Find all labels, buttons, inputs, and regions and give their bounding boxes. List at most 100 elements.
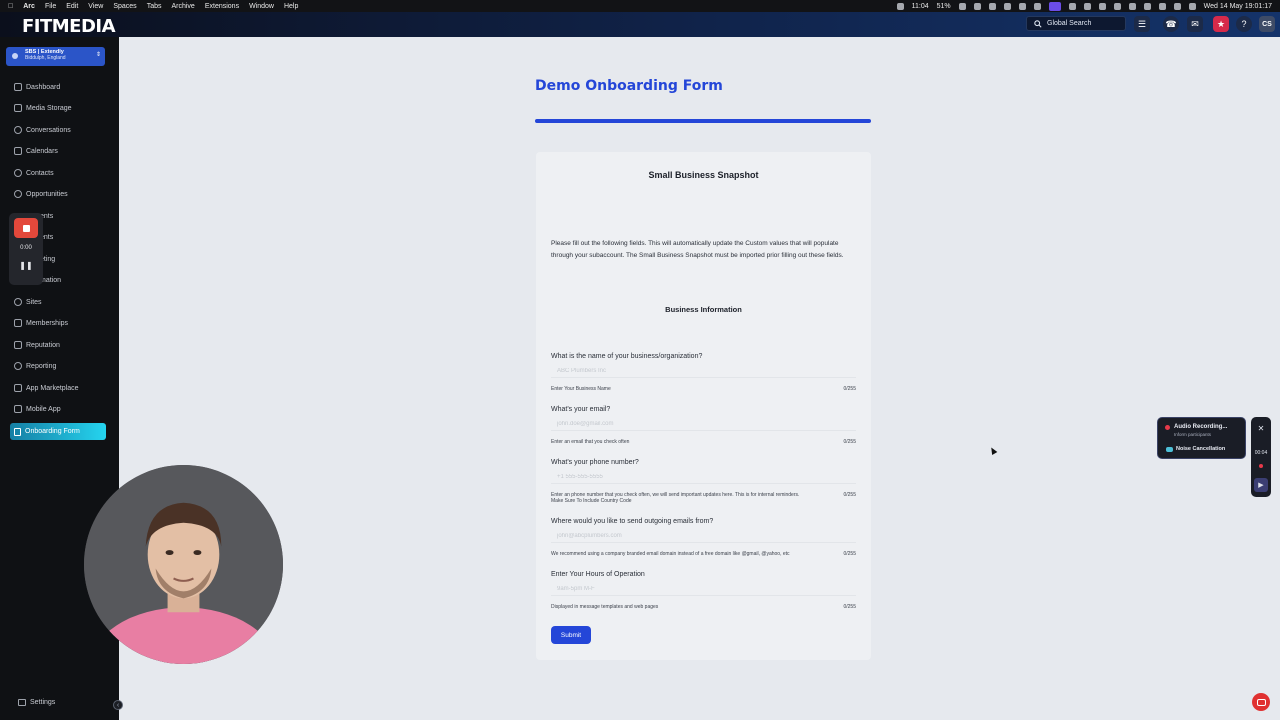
recording-dot-icon xyxy=(1165,425,1170,430)
close-icon[interactable]: ✕ xyxy=(1251,424,1271,433)
sidebar-item-automation[interactable]: mation xyxy=(40,273,61,287)
audio-recording-title: Audio Recording... xyxy=(1174,424,1228,430)
menu-extensions[interactable]: Extensions xyxy=(205,3,239,10)
control-center-icon[interactable] xyxy=(1173,2,1181,10)
chevron-left-icon: ‹ xyxy=(116,701,120,709)
global-search-button[interactable]: Global Search xyxy=(1026,16,1126,31)
menu-tabs[interactable]: Tabs xyxy=(147,3,162,10)
noise-cancellation-toggle[interactable]: Noise Cancellation xyxy=(1176,446,1225,452)
collapse-sidebar-button[interactable]: ‹ xyxy=(113,700,123,710)
field-label: What is the name of your business/organi… xyxy=(551,353,703,360)
sidebar-item-opportunities[interactable]: Opportunities xyxy=(14,187,68,201)
sidebar-item-app-marketplace[interactable]: App Marketplace xyxy=(14,381,79,395)
audio-recording-panel: Audio Recording... Inform participants N… xyxy=(1157,417,1246,459)
sidebar-item-contacts[interactable]: Contacts xyxy=(14,166,54,180)
play-icon[interactable] xyxy=(1018,2,1026,10)
tray-icon[interactable] xyxy=(896,2,904,10)
sidebar-item-mobile-app[interactable]: Mobile App xyxy=(14,402,61,416)
menu-window[interactable]: Window xyxy=(249,3,274,10)
menu-app-name[interactable]: Arc xyxy=(23,3,35,10)
hours-input[interactable] xyxy=(551,582,856,596)
char-counter: 0/255 xyxy=(843,386,856,392)
tray-icon[interactable] xyxy=(1083,2,1091,10)
notifications-icon[interactable]: ✉ xyxy=(1187,16,1203,32)
field-hours: Enter Your Hours of Operation Displayed … xyxy=(551,571,856,615)
audio-recording-subtitle[interactable]: Inform participants xyxy=(1174,432,1211,437)
brand-logo[interactable]: FITMEDIA xyxy=(22,16,116,37)
apple-icon[interactable]:  xyxy=(8,3,13,10)
opportunities-icon xyxy=(14,190,22,198)
section-heading: Business Information xyxy=(665,305,742,314)
menu-file[interactable]: File xyxy=(45,3,56,10)
dashboard-icon xyxy=(14,83,22,91)
layers-icon[interactable]: ☰ xyxy=(1134,16,1150,32)
tray-icon[interactable] xyxy=(988,2,996,10)
reputation-icon xyxy=(14,341,22,349)
globe-icon xyxy=(14,298,22,306)
account-switcher[interactable]: SBS | Extendly Biddulph, England ⇕ xyxy=(6,47,105,66)
title-divider xyxy=(535,119,871,123)
menu-archive[interactable]: Archive xyxy=(171,3,194,10)
noise-cancellation-icon xyxy=(1166,447,1173,452)
field-help-text: Enter an email that you check often xyxy=(551,439,630,445)
stop-recording-button[interactable] xyxy=(14,218,38,238)
outgoing-email-input[interactable] xyxy=(551,529,856,543)
menu-edit[interactable]: Edit xyxy=(66,3,78,10)
recording-timer: 0:00 xyxy=(20,245,32,251)
chat-widget-button[interactable] xyxy=(1252,693,1270,711)
calendar-icon xyxy=(14,147,22,155)
sidebar-item-dashboard[interactable]: Dashboard xyxy=(14,80,60,94)
tray-icon[interactable] xyxy=(1113,2,1121,10)
phone-icon[interactable]: ☎ xyxy=(1163,16,1179,32)
field-label: Where would you like to send outgoing em… xyxy=(551,518,714,525)
search-icon[interactable] xyxy=(1188,2,1196,10)
moon-icon[interactable] xyxy=(1128,2,1136,10)
field-help-text: We recommend using a company branded ema… xyxy=(551,551,790,557)
email-input[interactable] xyxy=(551,417,856,431)
sidebar-item-calendars[interactable]: Calendars xyxy=(14,144,58,158)
sidebar-item-reporting[interactable]: Reporting xyxy=(14,359,56,373)
tray-icon[interactable] xyxy=(1068,2,1076,10)
menu-view[interactable]: View xyxy=(88,3,103,10)
help-icon[interactable]: ? xyxy=(1236,16,1252,32)
phone-input[interactable] xyxy=(551,470,856,484)
account-location: Biddulph, England xyxy=(25,55,66,61)
reporting-icon xyxy=(14,362,22,370)
form-icon xyxy=(14,427,21,436)
sidebar-item-memberships[interactable]: Memberships xyxy=(14,316,68,330)
sidebar-item-media-storage[interactable]: Media Storage xyxy=(14,101,72,115)
bluetooth-icon[interactable] xyxy=(1143,2,1151,10)
business-name-input[interactable] xyxy=(551,364,856,378)
tray-icon[interactable] xyxy=(958,2,966,10)
user-avatar[interactable]: CS xyxy=(1259,16,1275,32)
audio-timer: 00:04 xyxy=(1254,450,1268,456)
marketplace-icon xyxy=(14,384,22,392)
menubar-datetime: Wed 14 May 19:01:17 xyxy=(1203,2,1272,10)
submit-button[interactable]: Submit xyxy=(551,626,591,644)
sidebar-item-conversations[interactable]: Conversations xyxy=(14,123,71,137)
sidebar-item-onboarding-form[interactable]: Onboarding Form xyxy=(10,423,106,440)
audio-recording-controls: ✕ 00:04 ▶ xyxy=(1251,417,1271,497)
screen-record-icon[interactable] xyxy=(1048,1,1061,11)
sidebar-item-reputation[interactable]: Reputation xyxy=(14,338,60,352)
form-intro-text: Please fill out the following fields. Th… xyxy=(551,240,844,259)
gift-icon[interactable]: ★ xyxy=(1213,16,1229,32)
volume-icon[interactable] xyxy=(1033,2,1041,10)
menu-help[interactable]: Help xyxy=(284,3,298,10)
tray-icon[interactable] xyxy=(1098,2,1106,10)
menu-spaces[interactable]: Spaces xyxy=(113,3,136,10)
sidebar-settings[interactable]: Settings xyxy=(18,699,55,706)
field-help-text: Enter Your Business Name xyxy=(551,386,611,392)
wifi-icon[interactable] xyxy=(1158,2,1166,10)
page-title: Demo Onboarding Form xyxy=(535,78,723,94)
battery-level: 51% xyxy=(936,2,951,10)
play-icon[interactable]: ▶ xyxy=(1254,478,1268,492)
sidebar-item-sites[interactable]: Sites xyxy=(14,295,42,309)
pause-icon[interactable]: ❚❚ xyxy=(9,261,43,270)
bookmark-icon[interactable] xyxy=(1003,2,1011,10)
chat-icon xyxy=(1256,698,1266,706)
presenter-figure xyxy=(84,465,283,664)
mobile-icon xyxy=(14,405,22,413)
field-help-text: Displayed in message templates and web p… xyxy=(551,604,659,610)
tray-icon[interactable] xyxy=(973,2,981,10)
